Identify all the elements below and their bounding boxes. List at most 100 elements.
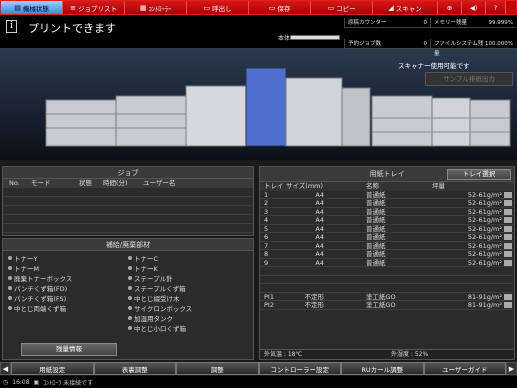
tray-row[interactable]: 3 A4 普通紙 52-61g/m² bbox=[260, 208, 514, 216]
paper-swatch-icon bbox=[504, 293, 512, 300]
paper-swatch-icon bbox=[504, 234, 512, 240]
environment-readout: 外気温 : 18℃ 外湿度 : 52% bbox=[260, 349, 514, 359]
tray-row[interactable]: 6 A4 普通紙 52-61g/m² bbox=[260, 233, 514, 242]
help-button[interactable]: ? bbox=[486, 1, 506, 14]
tray-row[interactable]: 9 A4 普通紙 52-61g/m² bbox=[260, 259, 514, 267]
recall-button[interactable]: ▭ 呼出し bbox=[187, 1, 249, 14]
tray-row[interactable]: 5 A4 普通紙 52-61g/m² bbox=[260, 225, 514, 233]
paper-swatch-icon bbox=[504, 277, 512, 283]
list-icon: ≡ bbox=[70, 3, 76, 12]
footer-status: ◷ 16:08 ▣ ｺﾝﾄﾛｰﾗ 未接続です bbox=[0, 376, 517, 388]
supply-item: 加湿用タンク bbox=[128, 313, 248, 323]
jobs-header: No. モード 状態 時間(分) ユーザー名 bbox=[3, 179, 253, 188]
tray-row[interactable]: PI1 不定形 塗工紙GO 81-91g/m² bbox=[260, 293, 514, 301]
counter-item: 予約ジョブ数 0 bbox=[344, 39, 430, 49]
paper-swatch-icon bbox=[504, 217, 512, 223]
paper-swatch-icon bbox=[504, 285, 512, 291]
tray-row[interactable] bbox=[260, 267, 514, 276]
controller-icon: ▣ bbox=[33, 378, 40, 386]
trays-header: トレイ サイズ(mm) 名称 坪量 bbox=[260, 182, 514, 191]
remaining-info-button[interactable]: 残量情報 bbox=[21, 343, 117, 356]
toner-label: 本体 bbox=[278, 35, 291, 42]
scan-button[interactable]: ◢ スキャン bbox=[373, 1, 438, 14]
front-back-adjust-button[interactable]: 表裏調整 bbox=[93, 362, 176, 375]
tray-row[interactable]: 8 A4 普通紙 52-61g/m² bbox=[260, 250, 514, 259]
adjust-button[interactable]: 調整 bbox=[176, 362, 259, 375]
supplies-panel: 補給/廃棄部材 トナーY トナーC トナーM トナーK 廃棄トナーボックス ステープル針パ… bbox=[2, 238, 254, 360]
sample-output-button[interactable]: サンプル排紙出力 bbox=[425, 72, 513, 86]
tab-job-list[interactable]: ≡ ジョブリスト bbox=[63, 1, 125, 14]
tray-row[interactable] bbox=[260, 284, 514, 293]
supply-item: 中とじ両端くず箱 bbox=[8, 303, 128, 313]
tray-row[interactable]: 7 A4 普通紙 52-61g/m² bbox=[260, 242, 514, 250]
supply-item: パンチくず箱(FS) bbox=[8, 293, 128, 303]
supply-item: パンチくず箱(FD) bbox=[8, 283, 128, 293]
volume-icon: ◀) bbox=[469, 3, 478, 12]
copy-button[interactable]: ▭ コピー bbox=[311, 1, 373, 14]
job-row[interactable] bbox=[3, 197, 253, 206]
supply-item: ステープルくず箱 bbox=[128, 283, 248, 293]
paper-swatch-icon bbox=[504, 251, 512, 257]
curl-adjust-button[interactable]: RUカール調整 bbox=[341, 362, 424, 375]
supply-item: 廃棄トナーボックス bbox=[8, 273, 128, 283]
bottom-menubar: ◀ 用紙設定 表裏調整 調整 コントローラー設定 RUカール調整 ユーザーガイド… bbox=[0, 362, 517, 375]
tray-row[interactable]: 2 A4 普通紙 52-61g/m² bbox=[260, 199, 514, 208]
tab-controller[interactable]: ▦ ｺﾝﾄﾛｰﾗｰ bbox=[125, 1, 187, 14]
supply-status-icon bbox=[8, 255, 12, 260]
counter-item: ファイルシステム残量 100.000% bbox=[430, 39, 516, 57]
paper-setting-button[interactable]: 用紙設定 bbox=[11, 362, 94, 375]
info-icon: i bbox=[6, 20, 17, 33]
menu-left-arrow[interactable]: ◀ bbox=[0, 362, 11, 375]
counters-panel: 原稿カウンター 0 メモリー残量 99.999% 予約ジョブ数 0 ファイルシステム残… bbox=[344, 18, 516, 60]
job-row[interactable] bbox=[3, 188, 253, 197]
globe-button[interactable]: ⊕ bbox=[438, 1, 462, 14]
jobs-panel: ジョブ No. モード 状態 時間(分) ユーザー名 bbox=[2, 166, 254, 236]
supply-item bbox=[8, 313, 128, 322]
folder-icon: ▭ bbox=[203, 3, 211, 12]
counter-item: 原稿カウンター 0 bbox=[344, 18, 430, 28]
supply-status-icon bbox=[128, 325, 132, 330]
toner-level-bar bbox=[290, 35, 340, 40]
supply-status-icon bbox=[8, 275, 12, 280]
tab-machine-status[interactable]: ▤ 機械状態 bbox=[1, 1, 63, 14]
controller-setting-button[interactable]: コントローラー設定 bbox=[258, 362, 341, 375]
supply-status-icon bbox=[128, 265, 132, 270]
job-row[interactable] bbox=[3, 215, 253, 224]
job-row[interactable] bbox=[3, 206, 253, 215]
paper-swatch-icon bbox=[504, 268, 512, 274]
supply-status-icon bbox=[128, 305, 132, 310]
clock-icon: ◷ bbox=[3, 378, 9, 386]
volume-button[interactable]: ◀) bbox=[462, 1, 486, 14]
toner-level-fill bbox=[291, 36, 339, 39]
supplies-title: 補給/廃棄部材 bbox=[3, 239, 253, 251]
paper-swatch-icon bbox=[504, 191, 512, 198]
scanner-status: スキャナー使用可能です bbox=[398, 62, 470, 70]
trays-title-bar: 用紙トレイ トレイ選択 bbox=[260, 167, 514, 182]
supply-item bbox=[8, 323, 128, 332]
save-button[interactable]: ▭ 保存 bbox=[249, 1, 311, 14]
status-message: プリントできます bbox=[28, 22, 116, 35]
paper-swatch-icon bbox=[504, 200, 512, 206]
clock-time: 16:08 bbox=[12, 378, 30, 386]
counter-item: メモリー残量 99.999% bbox=[430, 18, 516, 28]
machine-illustration: スキャナー使用可能です サンプル排紙出力 bbox=[0, 48, 517, 160]
jobs-title: ジョブ bbox=[3, 167, 253, 179]
paper-swatch-icon bbox=[504, 225, 512, 232]
supply-item: 中とじ綴受け木 bbox=[128, 293, 248, 303]
tray-row[interactable]: 1 A4 普通紙 52-61g/m² bbox=[260, 191, 514, 199]
supply-status-icon bbox=[8, 305, 12, 310]
supplies-grid: トナーY トナーC トナーM トナーK 廃棄トナーボックス ステープル針 パンチくず箱(FD… bbox=[3, 251, 253, 334]
tray-row[interactable]: 4 A4 普通紙 52-61g/m² bbox=[260, 216, 514, 225]
supply-item: ステープル針 bbox=[128, 273, 248, 283]
user-guide-button[interactable]: ユーザーガイド bbox=[423, 362, 506, 375]
tray-row[interactable]: PI2 不定形 塗工紙GO 81-91g/m² bbox=[260, 301, 514, 310]
tray-row[interactable] bbox=[260, 276, 514, 284]
save-icon: ▭ bbox=[268, 3, 276, 12]
help-icon: ? bbox=[493, 3, 498, 12]
job-row[interactable] bbox=[3, 224, 253, 233]
tray-select-button[interactable]: トレイ選択 bbox=[447, 169, 511, 180]
supply-status-icon bbox=[128, 285, 132, 290]
menu-right-arrow[interactable]: ▶ bbox=[506, 362, 517, 375]
supply-status-icon bbox=[128, 315, 132, 320]
supply-status-icon bbox=[128, 255, 132, 260]
